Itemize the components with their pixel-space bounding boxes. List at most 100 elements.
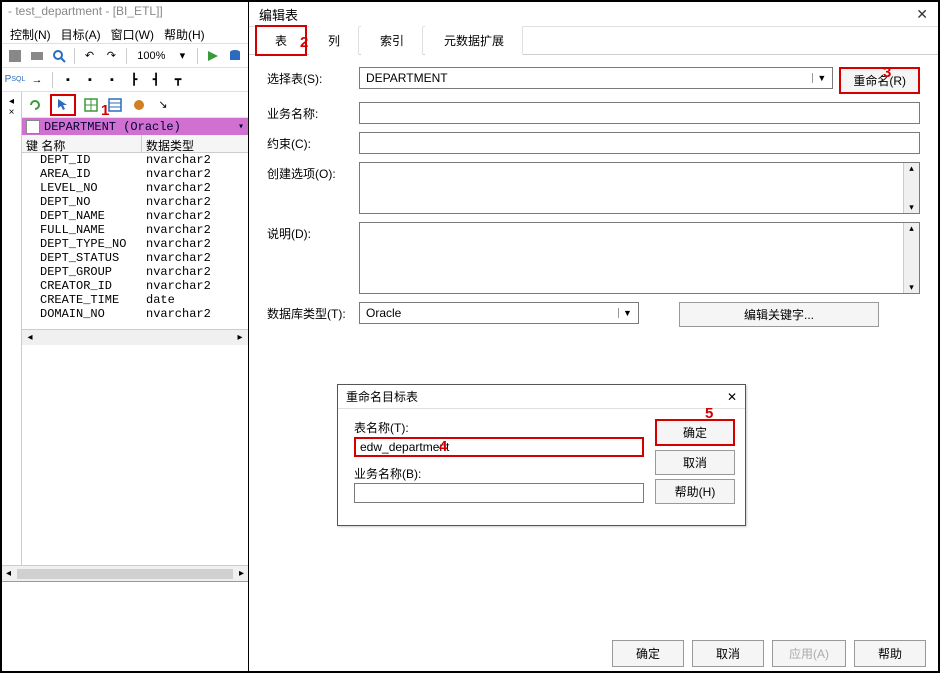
redo-icon[interactable]: ↷ [102,47,120,65]
bottom-panel [2,581,248,671]
col-name: 名称 [41,139,65,153]
menu-target[interactable]: 目标(A) [57,24,105,41]
label-table-name: 表名称(T): [354,419,655,436]
db-type-value: Oracle [366,306,401,320]
constraint-input[interactable] [359,132,920,154]
form-area: 选择表(S): DEPARTMENT ▼ 重命名(R) 业务名称: 约束(C): [249,55,938,347]
tree-table-title[interactable]: DEPARTMENT (Oracle) ▾ [22,118,248,135]
table-row[interactable]: CREATOR_IDnvarchar2 [22,279,248,293]
label-create-opt: 创建选项(O): [267,162,359,182]
left-pane: - test_department - [BI_ETL]] 控制(N) 目标(A… [2,2,249,671]
tab-column[interactable]: 列 [309,26,359,55]
block3-icon[interactable]: ▪ [103,71,121,89]
edit-table-dialog: 编辑表 ✕ 表 列 索引 元数据扩展 选择表(S): DEPARTMENT ▼ … [249,2,938,671]
align-icon[interactable]: ┣ [125,71,143,89]
table-row[interactable]: DEPT_STATUSnvarchar2 [22,251,248,265]
modal-titlebar: 重命名目标表 ✕ [338,385,745,409]
gear-icon[interactable] [130,96,148,114]
zoom-level[interactable]: 100% [133,50,169,62]
modal-help-button[interactable]: 帮助(H) [655,479,735,504]
menubar: 控制(N) 目标(A) 窗口(W) 帮助(H) [2,22,248,44]
annotation-4: 4 [439,438,447,455]
vertical-scrollbar-bottom[interactable]: ◂▸ [2,565,248,581]
modal-cancel-button[interactable]: 取消 [655,450,735,475]
tab-meta[interactable]: 元数据扩展 [425,26,523,55]
tree-body: DEPT_IDnvarchar2 AREA_IDnvarchar2 LEVEL_… [22,153,248,321]
psql-icon[interactable]: PSQL [6,71,24,89]
label-biz-name: 业务名称: [267,102,359,122]
print-icon[interactable] [28,47,46,65]
dialog-ok-button[interactable]: 确定 [612,640,684,667]
table-row[interactable]: FULL_NAMEnvarchar2 [22,223,248,237]
align2-icon[interactable]: ┫ [147,71,165,89]
table-row[interactable]: CREATE_TIMEdate [22,293,248,307]
table-row[interactable]: LEVEL_NOnvarchar2 [22,181,248,195]
align3-icon[interactable]: ┳ [169,71,187,89]
refresh-icon[interactable] [26,96,44,114]
tab-row: 表 列 索引 元数据扩展 [249,27,938,55]
annotation-5: 5 [705,405,713,422]
edit-keyword-button[interactable]: 编辑关键字... [679,302,879,327]
annotation-1: 1 [101,102,109,119]
desc-textarea[interactable]: ▴▾ [359,222,920,294]
save-icon[interactable] [6,47,24,65]
tab-index[interactable]: 索引 [361,26,423,55]
table-row[interactable]: DEPT_TYPE_NOnvarchar2 [22,237,248,251]
table-row[interactable]: DEPT_IDnvarchar2 [22,153,248,167]
db-type-dropdown[interactable]: Oracle ▼ [359,302,639,324]
col-type: 数据类型 [142,135,248,152]
biz-name-modal-input[interactable] [354,483,644,503]
select-table-dropdown[interactable]: DEPARTMENT ▼ [359,67,833,89]
table-row[interactable]: DEPT_NOnvarchar2 [22,195,248,209]
tree-header: 键 名称 数据类型 [22,135,248,153]
modal-title-text: 重命名目标表 [346,388,418,405]
block2-icon[interactable]: ▪ [81,71,99,89]
menu-window[interactable]: 窗口(W) [107,24,158,41]
annotation-2: 2 [300,34,308,51]
exec-icon[interactable] [204,47,222,65]
undo-icon[interactable]: ↶ [81,47,99,65]
annotation-3: 3 [883,64,891,81]
zoom-dropdown-icon[interactable]: ▾ [173,47,191,65]
toolbar-secondary: PSQL → ▪ ▪ ▪ ┣ ┫ ┳ [2,68,248,92]
block1-icon[interactable]: ▪ [59,71,77,89]
select-tool-highlighted[interactable] [50,94,76,116]
arrow-icon[interactable]: → [28,71,46,89]
label-biz-name-modal: 业务名称(B): [354,465,655,482]
label-constraint: 约束(C): [267,132,359,152]
table-name-input[interactable]: edw_department [354,437,644,457]
grid-green-icon[interactable] [82,96,100,114]
modal-ok-button[interactable]: 确定 [655,419,735,446]
close-icon[interactable]: ✕ [727,390,737,404]
chevron-down-icon: ▼ [812,73,826,83]
table-row[interactable]: DEPT_NAMEnvarchar2 [22,209,248,223]
dialog-apply-button[interactable]: 应用(A) [772,640,846,667]
tree-title-text: DEPARTMENT (Oracle) [44,120,181,134]
dialog-button-row: 确定 取消 应用(A) 帮助 [612,640,926,667]
cursor-icon[interactable] [54,96,72,114]
table-row[interactable]: AREA_IDnvarchar2 [22,167,248,181]
menu-help[interactable]: 帮助(H) [160,24,209,41]
window-title: - test_department - [BI_ETL]] [2,2,248,22]
table-icon [26,120,40,134]
rename-modal: 重命名目标表 ✕ 表名称(T): edw_department 业务名称(B):… [337,384,746,526]
db-icon[interactable] [226,47,244,65]
horizontal-scrollbar[interactable]: ◂▸ [22,329,248,345]
col-key: 键 [26,139,38,153]
close-icon[interactable]: ✕ [916,6,928,23]
create-opt-textarea[interactable]: ▴▾ [359,162,920,214]
dialog-help-button[interactable]: 帮助 [854,640,926,667]
biz-name-input[interactable] [359,102,920,124]
label-desc: 说明(D): [267,222,359,242]
tree-toolbar: ↘ [22,92,248,118]
dialog-cancel-button[interactable]: 取消 [692,640,764,667]
rename-button[interactable]: 重命名(R) [839,67,920,94]
menu-control[interactable]: 控制(N) [6,24,55,41]
dialog-title-text: 编辑表 [259,5,298,24]
table-row[interactable]: DEPT_GROUPnvarchar2 [22,265,248,279]
table-row[interactable]: DOMAIN_NOnvarchar2 [22,307,248,321]
label-db-type: 数据库类型(T): [267,302,359,322]
connector-icon[interactable]: ↘ [154,96,172,114]
chevron-down-icon: ▼ [618,308,632,318]
find-icon[interactable] [50,47,68,65]
